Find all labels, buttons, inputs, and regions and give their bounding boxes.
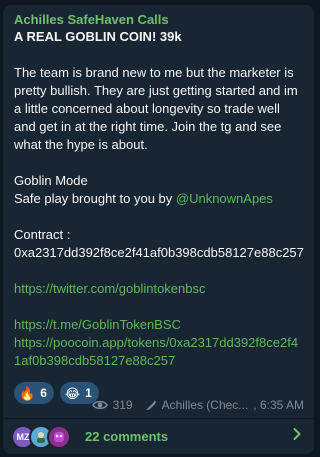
comments-count: 22 comments — [85, 429, 169, 444]
post-paragraph: The team is brand new to me but the mark… — [14, 65, 298, 152]
reaction-fire[interactable]: 🔥 6 — [14, 382, 54, 404]
contract-label: Contract : — [14, 227, 71, 242]
mention-link[interactable]: @UnknownApes — [176, 191, 273, 206]
post-meta: 319 Achilles (Chec... , 6:35 AM — [91, 398, 304, 412]
avatar — [47, 424, 71, 449]
eye-icon — [91, 399, 108, 411]
poocoin-link[interactable]: https://poocoin.app/tokens/0xa2317dd392f… — [14, 334, 305, 370]
twitter-link[interactable]: https://twitter.com/goblintokenbsc — [14, 280, 305, 298]
view-count: 319 — [112, 398, 133, 412]
comments-button[interactable]: MZ 22 comments — [3, 419, 314, 454]
commenter-avatars: MZ — [11, 424, 77, 450]
author-icon — [144, 399, 157, 412]
safe-play-line: Safe play brought to you by @UnknownApes — [14, 190, 305, 208]
channel-name[interactable]: Achilles SafeHaven Calls — [14, 11, 305, 28]
chevron-right-icon — [290, 427, 304, 446]
author-signature: Achilles (Chec... — [161, 398, 249, 412]
reaction-count: 6 — [40, 386, 47, 400]
fire-emoji-icon: 🔥 — [19, 385, 36, 401]
telegram-link[interactable]: https://t.me/GoblinTokenBSC — [14, 316, 305, 334]
contract-address[interactable]: 0xa2317dd392f8ce2f41af0b398cdb58127e88c2… — [14, 244, 305, 262]
goblin-mode-line: Goblin Mode — [14, 173, 88, 188]
post-title: A REAL GOBLIN COIN! 39k — [14, 29, 182, 44]
laughing-emoji-icon: 😂 — [64, 385, 81, 401]
safe-play-text: Safe play brought to you by — [14, 191, 176, 206]
channel-post: Achilles SafeHaven Calls A REAL GOBLIN C… — [3, 5, 314, 454]
post-time: , 6:35 AM — [253, 398, 304, 412]
message-text: A REAL GOBLIN COIN! 39k The team is bran… — [14, 28, 305, 370]
